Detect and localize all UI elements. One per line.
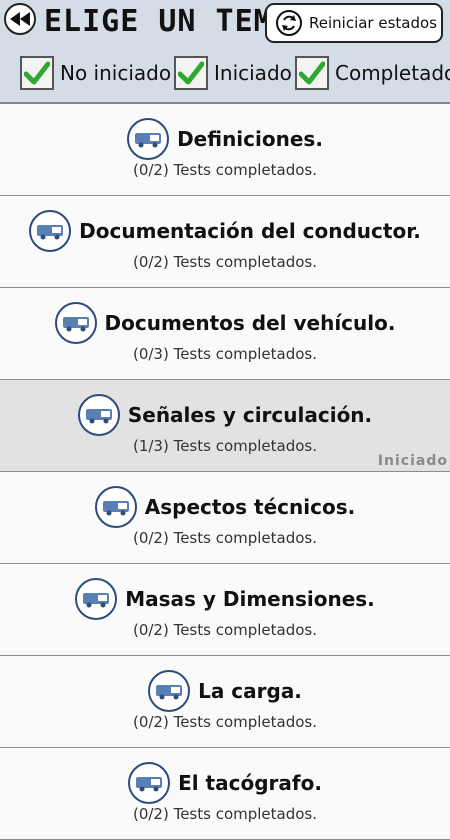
topic-progress: (0/3) Tests completados. — [132, 345, 318, 363]
truck-icon — [54, 302, 97, 344]
topic-title: La carga. — [198, 679, 302, 703]
reset-states-button[interactable]: Reiniciar estados — [265, 3, 443, 43]
truck-icon — [148, 670, 191, 712]
checkbox-iniciado[interactable] — [174, 56, 208, 90]
topic-title: Aspectos técnicos. — [144, 495, 356, 519]
topic-item[interactable]: El tacógrafo. (0/2) Tests completados. — [0, 748, 450, 840]
topic-title: Señales y circulación. — [127, 403, 373, 427]
topic-title: Documentación del conductor. — [79, 219, 421, 243]
checkmark-icon — [299, 61, 325, 85]
filter-iniciado[interactable]: Iniciado — [174, 56, 292, 90]
truck-icon — [29, 210, 72, 252]
truck-icon — [75, 578, 118, 620]
checkmark-icon — [24, 61, 50, 85]
filter-no-iniciado[interactable]: No iniciado — [20, 56, 171, 90]
topic-item[interactable]: Masas y Dimensiones. (0/2) Tests complet… — [0, 564, 450, 656]
topic-progress: (0/2) Tests completados. — [132, 253, 318, 271]
topic-progress: (0/2) Tests completados. — [132, 621, 318, 639]
topic-item[interactable]: Documentos del vehículo. (0/3) Tests com… — [0, 288, 450, 380]
filter-completado[interactable]: Completado — [295, 56, 450, 90]
topic-item[interactable]: Aspectos técnicos. (0/2) Tests completad… — [0, 472, 450, 564]
topic-title: Masas y Dimensiones. — [125, 587, 375, 611]
topic-item[interactable]: Definiciones. (0/2) Tests completados. — [0, 104, 450, 196]
checkbox-completado[interactable] — [295, 56, 329, 90]
topic-progress: (0/2) Tests completados. — [132, 161, 318, 179]
checkmark-icon — [178, 61, 204, 85]
topic-progress: (0/2) Tests completados. — [132, 713, 318, 731]
topic-item[interactable]: Documentación del conductor. (0/2) Tests… — [0, 196, 450, 288]
topic-title: Definiciones. — [177, 127, 323, 151]
truck-icon — [127, 118, 170, 160]
topic-title: Documentos del vehículo. — [104, 311, 396, 335]
reset-states-label: Reiniciar estados — [309, 14, 437, 32]
truck-icon — [128, 762, 171, 804]
filter-label-iniciado: Iniciado — [214, 61, 292, 85]
checkbox-no-iniciado[interactable] — [20, 56, 54, 90]
filter-label-completado: Completado — [335, 61, 450, 85]
topic-progress: (0/2) Tests completados. — [132, 529, 318, 547]
topic-progress: (0/2) Tests completados. — [132, 805, 318, 823]
topic-list: Definiciones. (0/2) Tests completados. D… — [0, 104, 450, 840]
header: ELIGE UN TEMA: Reiniciar estados No inic… — [0, 0, 450, 104]
back-button[interactable] — [4, 3, 36, 35]
topic-item[interactable]: Señales y circulación. (1/3) Tests compl… — [0, 380, 450, 472]
truck-icon — [77, 394, 120, 436]
rewind-icon — [10, 12, 30, 26]
filter-label-no-iniciado: No iniciado — [60, 61, 172, 85]
status-badge: Iniciado — [377, 453, 448, 469]
topic-item[interactable]: La carga. (0/2) Tests completados. — [0, 656, 450, 748]
topic-title: El tacógrafo. — [178, 771, 322, 795]
refresh-icon — [276, 10, 302, 36]
truck-icon — [94, 486, 137, 528]
